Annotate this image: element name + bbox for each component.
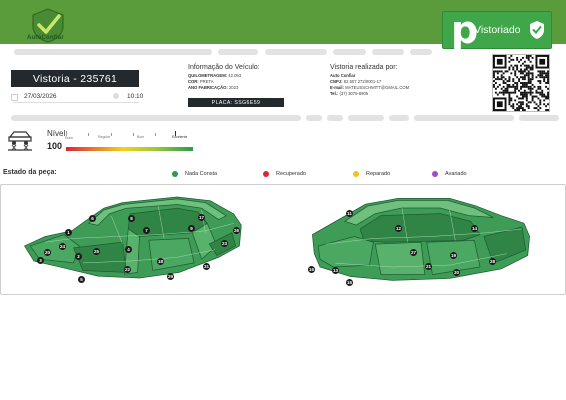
badge-label: Vistoriado <box>474 24 521 36</box>
placeholder-bar <box>327 115 343 121</box>
part-marker-19[interactable]: 19 <box>450 252 457 259</box>
legend-dot-recuperado <box>263 171 269 177</box>
part-marker-8[interactable]: 8 <box>128 215 135 222</box>
level-title: Nível <box>47 129 66 138</box>
placeholder-bar <box>348 115 384 121</box>
part-marker-23[interactable]: 23 <box>221 240 228 247</box>
vehicle-info-heading: Informação do Veículo: <box>188 64 260 71</box>
part-marker-31[interactable]: 31 <box>203 263 210 270</box>
part-marker-14[interactable]: 14 <box>471 225 478 232</box>
legend-label-nada-consta: Nada Consta <box>185 171 218 177</box>
placeholder-bar <box>14 49 212 55</box>
part-marker-30[interactable]: 30 <box>453 269 460 276</box>
legend-label-avariado: Avariado <box>445 171 467 177</box>
part-marker-3[interactable]: 3 <box>37 257 44 264</box>
part-marker-18[interactable]: 18 <box>157 258 164 265</box>
inspection-time: 10:10 <box>127 93 144 100</box>
vistoriado-badge: p Vistoriado <box>442 8 552 52</box>
part-marker-5[interactable]: 5 <box>78 276 85 283</box>
inspector-info-list: Auto Confiar CNPJ: 82.507.272/0001-17 E-… <box>330 73 409 97</box>
placeholder-bar <box>410 49 432 55</box>
part-marker-28[interactable]: 28 <box>489 258 496 265</box>
car-parts-diagram: 1 2 3 4 5 6 7 8 9 17 18 20 22 23 24 25 2… <box>0 184 566 295</box>
divider <box>13 102 139 103</box>
part-marker-17[interactable]: 17 <box>198 214 205 221</box>
level-tick-marks <box>66 131 190 137</box>
legend-dot-avariado <box>432 171 438 177</box>
part-marker-26[interactable]: 26 <box>233 227 240 234</box>
part-marker-16[interactable]: 16 <box>308 266 315 273</box>
part-marker-15[interactable]: 15 <box>346 279 353 286</box>
vehicle-year: ANO FABRICAÇÃO: 2023 <box>188 85 239 90</box>
part-marker-12[interactable]: 12 <box>395 225 402 232</box>
part-marker-21[interactable]: 21 <box>425 263 432 270</box>
part-marker-2[interactable]: 2 <box>75 253 82 260</box>
part-marker-7[interactable]: 7 <box>143 227 150 234</box>
inspection-date: 27/03/2026 <box>24 93 57 100</box>
placeholder-bar <box>519 115 559 121</box>
inspection-title: Vistoria - 235761 <box>11 70 139 87</box>
placeholder-bar <box>333 49 366 55</box>
legend-dot-reparado <box>353 171 359 177</box>
car-lift-icon <box>8 131 32 151</box>
inspector-phone: Tel.: (37) 3075-8905 <box>330 91 369 96</box>
part-marker-13[interactable]: 13 <box>332 267 339 274</box>
part-marker-24[interactable]: 24 <box>59 243 66 250</box>
part-marker-11[interactable]: 11 <box>346 210 353 217</box>
inspector-heading: Vistoria realizada por: <box>330 64 398 71</box>
part-marker-6[interactable]: 6 <box>89 215 96 222</box>
part-marker-25[interactable]: 25 <box>93 248 100 255</box>
level-value: 100 <box>47 141 63 151</box>
placeholder-bar <box>306 115 322 121</box>
part-marker-22[interactable]: 22 <box>124 266 131 273</box>
placeholder-bar <box>265 49 327 55</box>
shield-check-icon <box>530 21 544 39</box>
placeholder-bar <box>389 115 409 121</box>
date-icon <box>11 94 18 101</box>
part-marker-27[interactable]: 27 <box>410 249 417 256</box>
level-gradient-bar <box>66 147 193 151</box>
legend-dot-nada-consta <box>172 171 178 177</box>
part-marker-29[interactable]: 29 <box>167 273 174 280</box>
placeholder-bar <box>218 49 258 55</box>
vehicle-info-list: QUILOMETRAGEM: 42.093 COR: PRETA ANO FAB… <box>188 73 241 91</box>
part-marker-4[interactable]: 4 <box>125 246 132 253</box>
part-marker-20[interactable]: 20 <box>44 249 51 256</box>
part-marker-1[interactable]: 1 <box>65 229 72 236</box>
clock-icon <box>113 93 119 99</box>
placeholder-bar <box>414 115 514 121</box>
legend-label-reparado: Reparado <box>366 171 391 177</box>
qr-code[interactable] <box>492 54 550 112</box>
part-marker-9[interactable]: 9 <box>188 225 195 232</box>
logo-text: AutoConfiar <box>27 35 64 41</box>
state-heading: Estado da peça: <box>3 169 57 176</box>
placeholder-bar <box>11 115 301 121</box>
car-body-left-view <box>24 196 242 279</box>
legend-label-recuperado: Recuperado <box>276 171 306 177</box>
vehicle-plate: PLACA: SSG6E59 <box>188 98 284 107</box>
placeholder-bar <box>372 49 404 55</box>
